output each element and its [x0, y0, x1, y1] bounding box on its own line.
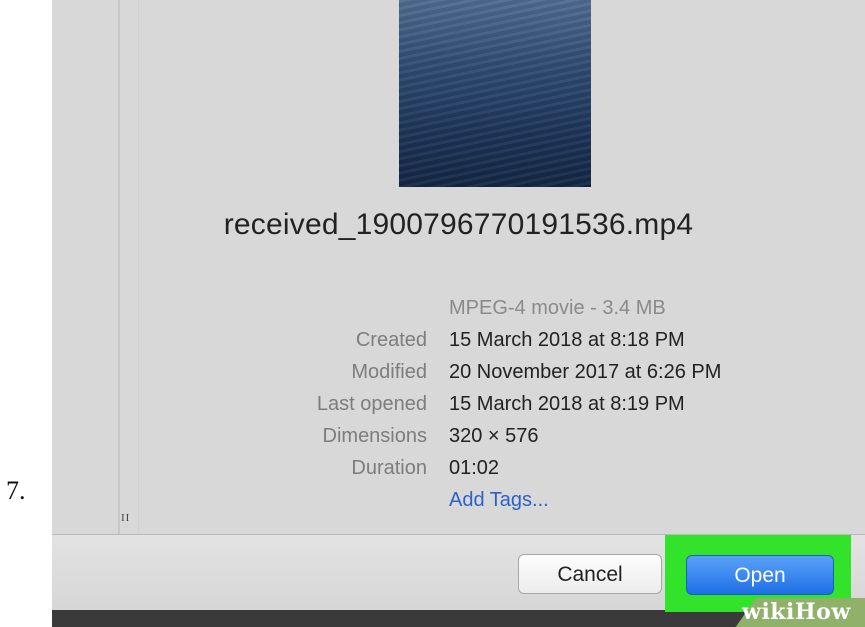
- column-resize-grip-icon[interactable]: II: [121, 512, 130, 524]
- info-value: 15 March 2018 at 8:18 PM: [449, 329, 685, 351]
- cancel-button[interactable]: Cancel: [518, 554, 662, 594]
- info-label: Created: [355, 329, 427, 351]
- info-label: Modified: [351, 361, 427, 383]
- step-number: 7.: [6, 476, 26, 505]
- wikihow-watermark-logo: wikiHow: [742, 599, 851, 625]
- column-divider[interactable]: [138, 0, 139, 534]
- add-tags-link[interactable]: Add Tags...: [449, 484, 549, 516]
- info-value: 20 November 2017 at 6:26 PM: [449, 361, 722, 383]
- file-open-dialog: II received_1900796770191536.mp4 MPEG-4 …: [52, 0, 865, 627]
- file-kind-size: MPEG-4 movie - 3.4 MB: [449, 297, 666, 319]
- sidebar-divider: [118, 0, 120, 534]
- info-value: 15 March 2018 at 8:19 PM: [449, 393, 685, 415]
- info-value: 01:02: [449, 457, 500, 479]
- info-label: Last opened: [316, 393, 427, 415]
- open-button[interactable]: Open: [686, 555, 834, 595]
- info-label: Dimensions: [322, 425, 427, 447]
- file-name: received_1900796770191536.mp4: [223, 208, 694, 241]
- info-label: Duration: [351, 457, 427, 479]
- video-preview-thumbnail: [399, 0, 591, 187]
- info-value: 320 × 576: [449, 425, 539, 447]
